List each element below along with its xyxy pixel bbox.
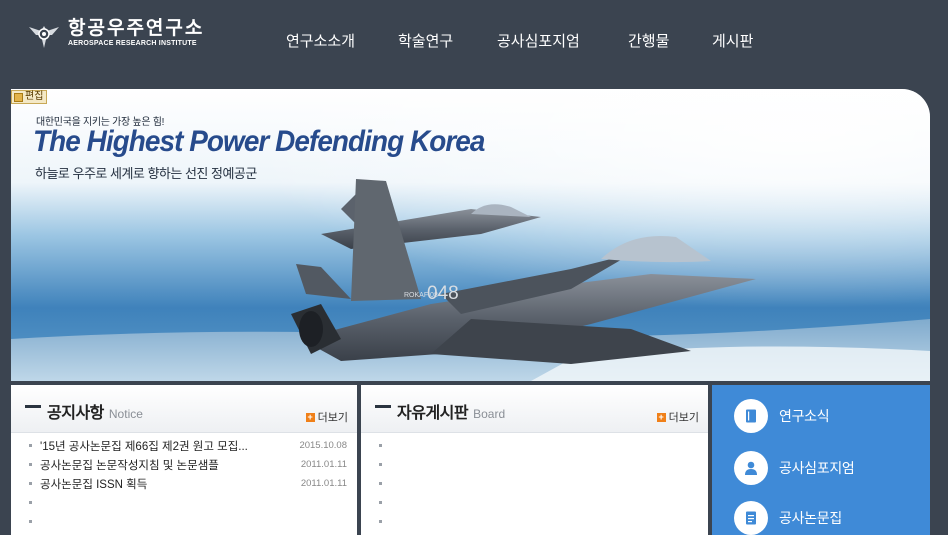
list-item bbox=[379, 512, 698, 531]
bullet-icon bbox=[379, 501, 382, 504]
plus-icon: + bbox=[656, 411, 666, 422]
notice-header: 공지사항 Notice + 더보기 bbox=[11, 385, 357, 433]
list-item[interactable]: 공사논문집 ISSN 획득 2011.01.11 bbox=[29, 474, 347, 493]
item-date: 2011.01.11 bbox=[300, 459, 347, 470]
notice-panel: 공지사항 Notice + 더보기 '15년 공사논문집 제66집 제2권 원고 모… bbox=[11, 385, 357, 535]
quick-links-panel: 연구소식 공사심포지엄 공사논문집 bbox=[712, 385, 930, 535]
notice-list: '15년 공사논문집 제66집 제2권 원고 모집... 2015.10.08 공… bbox=[29, 436, 347, 531]
board-title-ko: 자유게시판 bbox=[397, 405, 469, 422]
notice-title-ko: 공지사항 bbox=[47, 405, 104, 422]
list-item[interactable]: '15년 공사논문집 제66집 제2권 원고 모집... 2015.10.08 bbox=[29, 436, 347, 455]
item-title: 공사논문집 ISSN 획득 bbox=[40, 478, 148, 491]
board-header: 자유게시판 Board + 더보기 bbox=[361, 385, 708, 433]
bullet-icon bbox=[29, 501, 32, 504]
board-panel: 자유게시판 Board + 더보기 bbox=[361, 385, 708, 535]
item-title: 공사논문집 논문작성지침 및 논문샘플 bbox=[40, 459, 219, 472]
quick-link-symposium[interactable]: 공사심포지엄 bbox=[734, 451, 855, 485]
plus-icon: + bbox=[305, 411, 315, 422]
list-item[interactable]: 공사논문집 논문작성지침 및 논문샘플 2011.01.11 bbox=[29, 455, 347, 474]
list-item bbox=[379, 455, 698, 474]
item-date: 2011.01.11 bbox=[300, 478, 347, 489]
list-item bbox=[379, 436, 698, 455]
bullet-icon bbox=[379, 444, 382, 447]
bullet-icon bbox=[29, 444, 32, 447]
banner-subtitle: 하늘로 우주로 세계로 향하는 선진 정예공군 bbox=[35, 166, 257, 181]
quick-link-news[interactable]: 연구소식 bbox=[734, 399, 830, 433]
site-header: 항공우주연구소 AEROSPACE RESEARCH INSTITUTE 연구소… bbox=[0, 0, 948, 88]
bullet-icon bbox=[29, 482, 32, 485]
notice-title: 공지사항 Notice bbox=[47, 399, 143, 423]
notice-more-button[interactable]: + 더보기 bbox=[305, 409, 348, 425]
quick-link-journal[interactable]: 공사논문집 bbox=[734, 501, 842, 535]
jet-marking-big: 048 bbox=[427, 283, 459, 304]
nav-item-symposium[interactable]: 공사심포지엄 bbox=[497, 30, 580, 51]
board-title: 자유게시판 Board bbox=[397, 399, 505, 423]
board-list bbox=[379, 436, 698, 531]
item-title: '15년 공사논문집 제66집 제2권 원고 모집... bbox=[40, 440, 248, 453]
quick-link-label: 연구소식 bbox=[779, 408, 830, 424]
edit-label: 편집 bbox=[25, 91, 44, 102]
notice-title-en: Notice bbox=[108, 407, 143, 421]
bullet-icon bbox=[379, 463, 382, 466]
nav-item-research[interactable]: 학술연구 bbox=[398, 30, 453, 51]
nav-item-about[interactable]: 연구소소개 bbox=[286, 30, 355, 51]
list-item bbox=[379, 474, 698, 493]
quick-link-label: 공사논문집 bbox=[779, 510, 842, 526]
book-icon bbox=[734, 399, 768, 433]
bullet-icon bbox=[29, 463, 32, 466]
edit-button[interactable]: 편집 bbox=[11, 90, 48, 104]
quick-link-label: 공사심포지엄 bbox=[779, 460, 855, 476]
list-item bbox=[379, 493, 698, 512]
title-dash-icon bbox=[375, 405, 391, 408]
banner-title: The Highest Power Defending Korea bbox=[33, 125, 485, 158]
more-label: 더보기 bbox=[317, 412, 348, 424]
nav-item-board[interactable]: 게시판 bbox=[712, 30, 753, 51]
main-banner: ROKAF 08 048 대한민국을 지키는 가장 높은 힘! The High… bbox=[11, 89, 930, 381]
bullet-icon bbox=[29, 520, 32, 523]
main-nav: 연구소소개 학술연구 공사심포지엄 간행물 게시판 bbox=[0, 30, 948, 50]
list-item bbox=[29, 512, 347, 531]
document-icon bbox=[734, 501, 768, 535]
nav-item-publications[interactable]: 간행물 bbox=[628, 30, 669, 51]
person-icon bbox=[734, 451, 768, 485]
edit-icon bbox=[14, 92, 23, 102]
bullet-icon bbox=[379, 482, 382, 485]
list-item bbox=[29, 493, 347, 512]
board-more-button[interactable]: + 더보기 bbox=[656, 409, 699, 425]
board-title-en: Board bbox=[473, 407, 506, 421]
more-label: 더보기 bbox=[668, 412, 699, 424]
title-dash-icon bbox=[25, 405, 41, 408]
bullet-icon bbox=[379, 520, 382, 523]
item-date: 2015.10.08 bbox=[299, 440, 347, 451]
